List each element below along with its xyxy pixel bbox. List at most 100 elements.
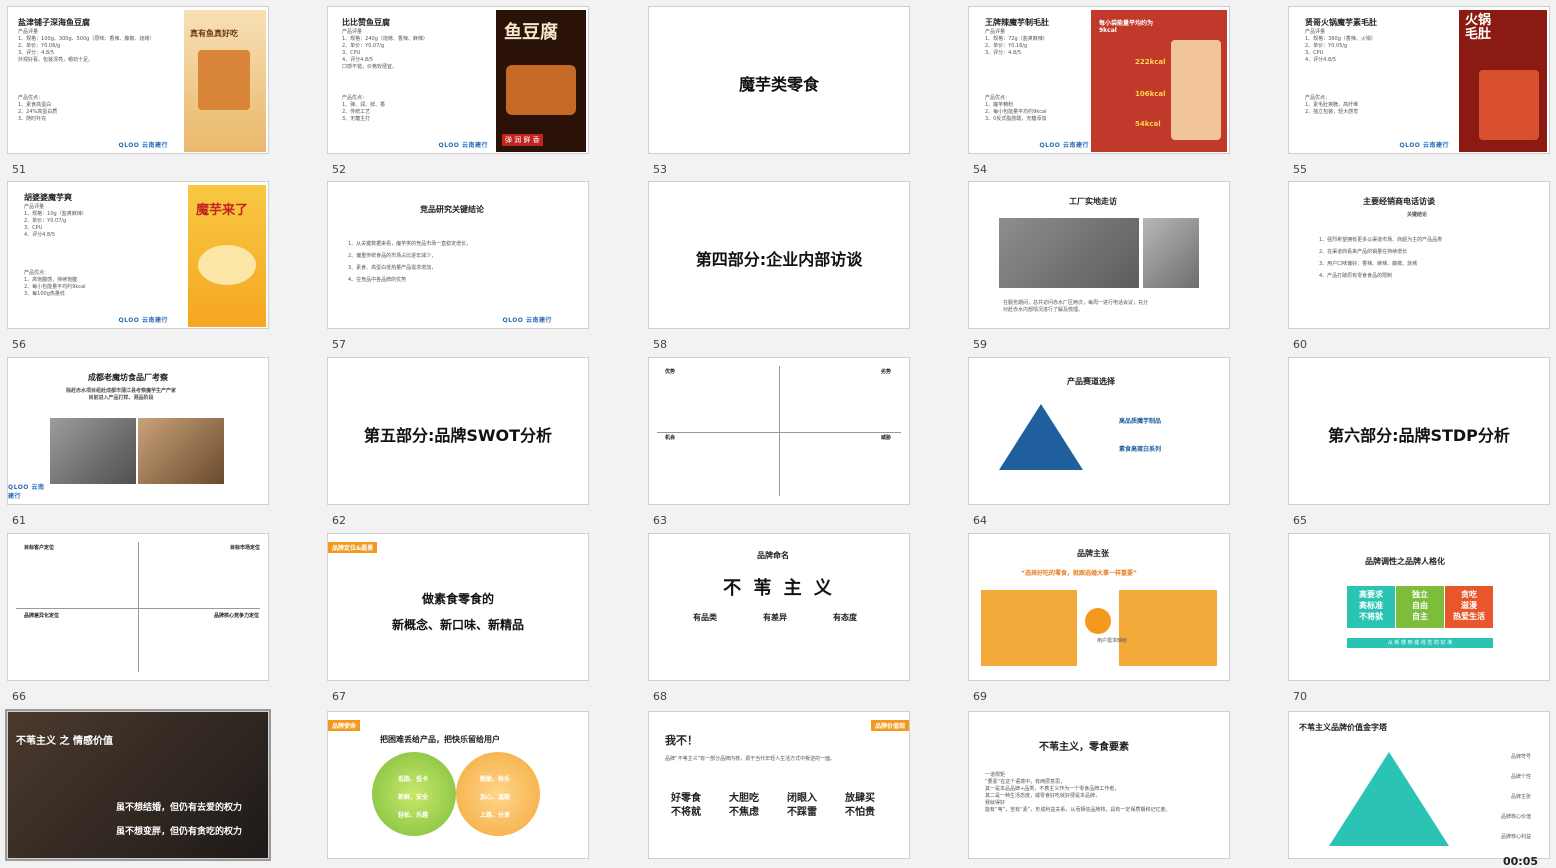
slide-thumbnail-65[interactable]: 第六部分:品牌STDP分析 xyxy=(1288,357,1550,505)
factory-photo xyxy=(1143,218,1199,288)
left-item-1: 低脂、低卡 xyxy=(398,776,429,783)
left-item-3: 轻松、乐趣 xyxy=(398,812,429,819)
slide-thumbnail-58[interactable]: 第四部分:企业内部访谈 xyxy=(648,181,910,329)
slide-number: 64 xyxy=(973,514,987,527)
slide-thumbnail-74[interactable]: 不苇主义，零食要素 一道规矩 “要素”在这个语境中，有两层意思， 其一是本品品牌… xyxy=(968,711,1230,859)
quad-label: 品牌差异化定位 xyxy=(24,613,60,619)
slide-title: 不苇主义品牌价值金字塔 xyxy=(1299,723,1387,732)
slide-body: 产品评量 1、规格：360g（香辣、火锅） 2、单价：Y0.05/g 3、CPU… xyxy=(1305,29,1376,63)
slide-number: 56 xyxy=(12,338,26,351)
slide-title: 贤哥火锅魔芋素毛肚 xyxy=(1305,18,1377,27)
slide-sub: 品牌“不苇主义”有一部分品牌内核，源于当代年轻人生活方式中叛逆的一面。 xyxy=(665,756,836,762)
slide-title: 不苇主义，零食要素 xyxy=(1039,742,1129,753)
slide-title: 竞品研究关键结论 xyxy=(420,205,484,214)
slide-thumbnail-52[interactable]: 比比赞鱼豆腐 产品评量 1、规格：240g（烧烤、香辣、麻辣） 2、单价：Y0.… xyxy=(327,6,589,154)
slide-number: 55 xyxy=(1293,163,1307,176)
slide-thumbnail-56[interactable]: 胡婆婆魔芋爽 产品评量 1、规格：10g（盐爽麻辣） 2、单价：Y0.07/g … xyxy=(7,181,269,329)
quad-label: 品牌核心竞争力定位 xyxy=(214,613,260,619)
slide-title: 不苇主义 之 情感价值 xyxy=(16,736,113,747)
slide-body: 一道规矩 “要素”在这个语境中，有两层意思， 其一是本品品牌+品类，不着主义作为… xyxy=(985,772,1171,813)
slide-body: 产品评量 1、规格：240g（烧烤、香辣、麻辣） 2、单价：Y0.07/g 3、… xyxy=(342,29,428,70)
slide-title: 主要经销商电话访谈 xyxy=(1363,197,1435,206)
slide-title: 品牌命名 xyxy=(757,551,789,560)
slide-heading: 第六部分:品牌STDP分析 xyxy=(1328,426,1510,445)
value-pair-4: 放肆买 不怕贵 xyxy=(845,793,875,818)
slide-number: 69 xyxy=(973,690,987,703)
slide-thumbnail-68[interactable]: 品牌命名 不 苇 主 义 有品类 有差异 有态度 xyxy=(648,533,910,681)
slide-subtitle: 关键结论 xyxy=(1407,212,1428,218)
slide-thumbnail-57[interactable]: 竞品研究关键结论 1、从关键数据来看，魔芋类的竞品市场一直稳定增长， 2、偏重传… xyxy=(327,181,589,329)
quad-label: 目标客户定位 xyxy=(24,545,55,551)
pyramid-label-5: 品牌核心利益 xyxy=(1501,834,1532,840)
slide-number: 59 xyxy=(973,338,987,351)
slide-title: 胡婆婆魔芋爽 xyxy=(24,193,72,202)
emotion-line-1: 虽不想结婚，但仍有去爱的权力 xyxy=(116,803,243,813)
section-tag: 品牌价值观 xyxy=(870,720,909,731)
slide-subtitle: 除赶赤水项目组赴成都市蒲江县考察魔芋生产产家 目前进入产品打样、测品阶段 xyxy=(66,388,177,401)
slide-number: 54 xyxy=(973,163,987,176)
name-column-2: 有差异 xyxy=(763,613,787,622)
product-image-text: 每小袋能量平均约为9kcal xyxy=(1099,20,1154,34)
swot-weakness: 劣势 xyxy=(881,369,892,375)
product-image: 鱼豆腐 弹 润 鲜 香 xyxy=(496,10,586,152)
brand-slogan: “选择好吃的零食，就跟选婚大事一样重要” xyxy=(1021,570,1137,577)
slide-thumbnail-75[interactable]: 不苇主义品牌价值金字塔 品牌符号 品牌个性 品牌主张 品牌核心价值 品牌核心利益 xyxy=(1288,711,1550,859)
calorie-value-2: 106kcal xyxy=(1135,90,1166,98)
slide-title: 工厂实地走访 xyxy=(1069,197,1117,206)
slide-thumbnail-60[interactable]: 主要经销商电话访谈 关键结论 1、强烈希望拥有更多以渠道市场、商超为主的产品品类… xyxy=(1288,181,1550,329)
slide-number: 53 xyxy=(653,163,667,176)
slide-thumbnail-53[interactable]: 魔芋类零食 xyxy=(648,6,910,154)
slide-thumbnail-67[interactable]: 品牌定位&愿景 做素食零食的 新概念、新口味、新精品 xyxy=(327,533,589,681)
slide-body: 产品评量 1、规格：100g、300g、500g（原味、香辣、藤椒、烧烤） 2、… xyxy=(18,29,155,63)
right-item-1: 脆脆、快乐 xyxy=(480,776,511,783)
slide-line-1: 做素食零食的 xyxy=(421,592,494,606)
product-image-text: 鱼豆腐 xyxy=(504,22,558,43)
slide-thumbnail-73[interactable]: 品牌价值观 我不！ 品牌“不苇主义”有一部分品牌内核，源于当代年轻人生活方式中叛… xyxy=(648,711,910,859)
slide-sub: 产品优点： 1、素毛肚爽脆，高纤维 2、独立包装，轻大感觉 xyxy=(1305,95,1359,115)
slide-body: 1、从关键数据来看，魔芋类的竞品市场一直稳定增长， 2、偏重传统食品的市场占比逐… xyxy=(348,241,472,283)
slide-thumbnail-63[interactable]: 优势 劣势 机会 威胁 xyxy=(648,357,910,505)
calorie-value-1: 222kcal xyxy=(1135,58,1166,66)
slide-title: 品牌主张 xyxy=(1077,549,1109,558)
slide-body: 在服务期间，总共访问赤水厂区两次，每周一进行电话会议，充分 对赶赤水内部情况进行… xyxy=(1003,300,1149,313)
slide-thumbnail-54[interactable]: 王牌辣魔芋制毛肚 产品评量 1、规格：72g（盐爽麻辣） 2、单价：Y0.16/… xyxy=(968,6,1230,154)
clock: 00:05 xyxy=(1502,855,1538,868)
slide-thumbnail-70[interactable]: 品牌调性之品牌人格化 高要求 高标准 不将就 独立 自由 自主 贪吃 滋漫 热爱… xyxy=(1288,533,1550,681)
slide-thumbnail-62[interactable]: 第五部分:品牌SWOT分析 xyxy=(327,357,589,505)
slide-logo: QLOO 云南建行 xyxy=(502,317,552,324)
slide-thumbnail-64[interactable]: 产品赛道选择 高品质魔芋制品 素食高蛋白系列 xyxy=(968,357,1230,505)
slide-thumbnail-59[interactable]: 工厂实地走访 在服务期间，总共访问赤水厂区两次，每周一进行电话会议，充分 对赶赤… xyxy=(968,181,1230,329)
right-item-2: 加心、温暖 xyxy=(480,794,511,801)
slide-body: 产品评量 1、规格：10g（盐爽麻辣） 2、单价：Y0.07/g 3、CPU 4… xyxy=(24,204,87,238)
slide-thumbnail-71[interactable]: 不苇主义 之 情感价值 虽不想结婚，但仍有去爱的权力 虽不想变胖，但仍有贪吃的权… xyxy=(5,709,271,861)
slide-number: 58 xyxy=(653,338,667,351)
slide-body: 1、强烈希望拥有更多以渠道市场、商超为主的产品品类 2、在渠道商看来产品的销量在… xyxy=(1319,237,1443,279)
slide-number: 57 xyxy=(332,338,346,351)
slide-thumbnail-61[interactable]: 成都老魔坊食品厂考察 除赶赤水项目组赴成都市蒲江县考察魔芋生产产家 目前进入产品… xyxy=(7,357,269,505)
slide-thumbnail-69[interactable]: 品牌主张 “选择好吃的零食，就跟选婚大事一样重要” 用户需求映射 xyxy=(968,533,1230,681)
slide-heading: 第五部分:品牌SWOT分析 xyxy=(363,426,553,445)
persona-box-2: 独立 自由 自主 xyxy=(1396,586,1444,628)
slide-number: 63 xyxy=(653,514,667,527)
slide-title: 把困难丢给产品，把快乐留给用户 xyxy=(380,735,500,744)
calorie-value-3: 54kcal xyxy=(1135,120,1161,128)
pyramid-label-1: 品牌符号 xyxy=(1511,754,1532,760)
slide-thumbnail-51[interactable]: 盐津铺子深海鱼豆腐 产品评量 1、规格：100g、300g、500g（原味、香辣… xyxy=(7,6,269,154)
slide-thumbnail-72[interactable]: 品牌使命 把困难丢给产品，把快乐留给用户 低脂、低卡 新鲜、安全 轻松、乐趣 脆… xyxy=(327,711,589,859)
slide-number: 66 xyxy=(12,690,26,703)
slide-thumbnail-66[interactable]: 目标客户定位 目标市场定位 品牌差异化定位 品牌核心竞争力定位 xyxy=(7,533,269,681)
slide-thumbnail-55[interactable]: 贤哥火锅魔芋素毛肚 产品评量 1、规格：360g（香辣、火锅） 2、单价：Y0.… xyxy=(1288,6,1550,154)
slide-sub: 产品优点： 1、魔芋精粉 2、每小包能量平均约9kcal 3、0反式脂肪酸，无糖… xyxy=(985,95,1047,122)
slide-logo: QLOO 云南建行 xyxy=(438,142,488,149)
slide-sub: 产品优点： 1、弹、润、鲜、香 2、传统工艺 3、无糖主打 xyxy=(342,95,386,122)
slide-number: 52 xyxy=(332,163,346,176)
slide-number: 68 xyxy=(653,690,667,703)
pyramid-label-2: 品牌个性 xyxy=(1511,774,1532,780)
name-column-1: 有品类 xyxy=(693,613,717,622)
name-column-3: 有态度 xyxy=(833,613,857,622)
swot-strength: 优势 xyxy=(665,369,676,375)
section-tag: 品牌定位&愿景 xyxy=(328,542,378,553)
slide-title: 我不！ xyxy=(665,734,698,747)
slide-sub: 产品优点： 1、素食高蛋白 2、24%高蛋白质 3、随时补充 xyxy=(18,95,58,122)
slide-title: 成都老魔坊食品厂考察 xyxy=(88,373,168,382)
